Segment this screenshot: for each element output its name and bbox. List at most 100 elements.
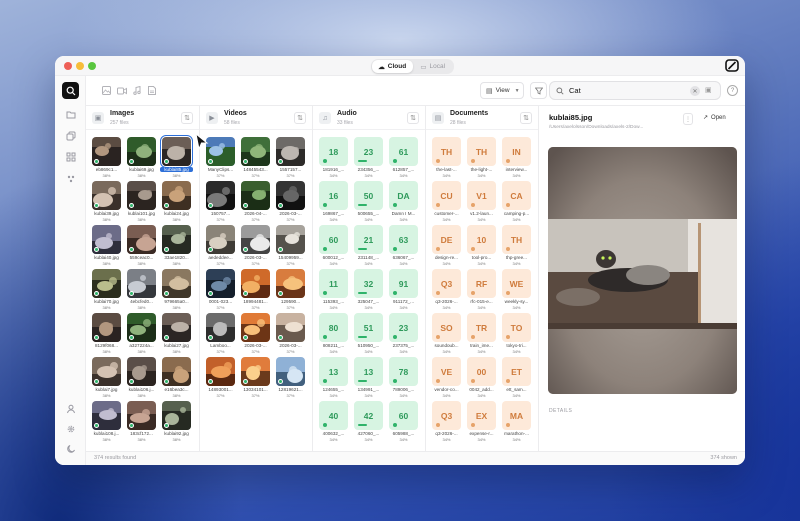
document-tile[interactable]: CA camping-p... 34% — [500, 178, 533, 222]
video-tile[interactable]: 1557157... 37% — [274, 134, 307, 178]
filter-button[interactable] — [530, 82, 547, 99]
audio-tile[interactable]: 21 231148_... 34% — [352, 222, 385, 266]
image-tile[interactable]: kublai7.jpg 38% — [90, 354, 123, 398]
video-tile[interactable]: 2026-03-... 37% — [239, 310, 272, 354]
audio-tile[interactable]: 13 134991_... 34% — [352, 354, 385, 398]
audio-tile[interactable]: 91 911172_... 34% — [387, 266, 420, 310]
video-tile[interactable]: aededdee... 37% — [204, 222, 237, 266]
document-tile[interactable]: DE design-re... 34% — [430, 222, 463, 266]
close-window-button[interactable] — [64, 62, 72, 70]
theme-toggle-button[interactable] — [62, 440, 79, 457]
document-tile[interactable]: Q3 q3-2026-... 34% — [430, 398, 463, 442]
video-tile[interactable]: 13034101... 37% — [239, 354, 272, 398]
document-tile[interactable]: CU customer-... 34% — [430, 178, 463, 222]
view-dropdown[interactable]: ▤ View ▼ — [480, 82, 524, 99]
image-tile[interactable]: eb869c1... 38% — [90, 134, 123, 178]
document-tile[interactable]: WE weekly-sy... 34% — [500, 266, 533, 310]
tab-cloud[interactable]: ☁ Cloud — [372, 60, 413, 73]
audio-tile[interactable]: 50 500655_... 34% — [352, 178, 385, 222]
tab-local[interactable]: ▭ Local — [413, 60, 454, 73]
audio-tile[interactable]: 51 510950_... 34% — [352, 310, 385, 354]
audio-tile[interactable]: 80 808211_... 34% — [317, 310, 350, 354]
audio-tile[interactable]: DA Damn I M... 34% — [387, 178, 420, 222]
document-tile[interactable]: VE vendor-co... 34% — [430, 354, 463, 398]
video-tile[interactable]: 2026-03-... 37% — [239, 222, 272, 266]
image-tile[interactable]: kublai39.jpg 38% — [90, 178, 123, 222]
video-tile[interactable]: 2026-03-... 37% — [274, 178, 307, 222]
document-tile[interactable]: TO tokyo-tri... 34% — [500, 310, 533, 354]
video-tile[interactable]: 2026-04-... 37% — [239, 178, 272, 222]
image-tile[interactable]: kublai101.jpg 38% — [125, 178, 158, 222]
audio-tile[interactable]: 40 400632_... 34% — [317, 398, 350, 442]
image-search-icon[interactable]: ▣ — [705, 86, 715, 96]
document-tile[interactable]: 00 0042_add... 34% — [465, 354, 498, 398]
clear-search-icon[interactable]: ✕ — [690, 86, 700, 96]
document-tile[interactable]: RF rfc-015-e... 34% — [465, 266, 498, 310]
search-field[interactable]: Cat ✕ ▣ — [549, 81, 721, 100]
image-tile[interactable]: 8129f068... 38% — [90, 310, 123, 354]
image-tile[interactable]: 183cf172... 38% — [125, 398, 158, 442]
sort-documents-button[interactable]: ⇅ — [520, 112, 532, 124]
collections-nav-button[interactable] — [62, 127, 79, 144]
image-tile[interactable]: kublai27.jpg 38% — [160, 310, 193, 354]
image-tile[interactable]: 4ebcfed0... 38% — [125, 266, 158, 310]
audio-tile[interactable]: 18 181916_... 34% — [317, 134, 350, 178]
image-tile[interactable]: a327224a... 38% — [125, 310, 158, 354]
document-tile[interactable]: TH the-last-... 34% — [430, 134, 463, 178]
audio-tile[interactable]: 61 612857_... 34% — [387, 134, 420, 178]
help-icon[interactable]: ? — [727, 85, 738, 96]
image-tile[interactable]: kublai69.jpg 38% — [125, 134, 158, 178]
image-tile[interactable]: e16bea3c... 38% — [160, 354, 193, 398]
document-tile[interactable]: TH the-light-... 34% — [465, 134, 498, 178]
filter-documents-button[interactable] — [145, 84, 158, 97]
document-tile[interactable]: V1 v1.2-laun... 34% — [465, 178, 498, 222]
audio-tile[interactable]: 42 427060_... 34% — [352, 398, 385, 442]
sort-images-button[interactable]: ⇅ — [181, 112, 193, 124]
audio-tile[interactable]: 60 600012_... 34% — [317, 222, 350, 266]
search-nav-button[interactable] — [62, 82, 79, 99]
document-tile[interactable]: 10 tool-pro... 34% — [465, 222, 498, 266]
audio-tile[interactable]: 60 605988_... 34% — [387, 398, 420, 442]
maximize-window-button[interactable] — [88, 62, 96, 70]
image-tile[interactable]: kublai24.jpg 38% — [160, 178, 193, 222]
filter-videos-button[interactable] — [115, 84, 128, 97]
audio-tile[interactable]: 32 325047_... 34% — [352, 266, 385, 310]
audio-tile[interactable]: 13 124655_... 34% — [317, 354, 350, 398]
video-tile[interactable]: 15409959... 37% — [274, 222, 307, 266]
image-tile[interactable]: kublai40.jpg 38% — [90, 222, 123, 266]
video-tile[interactable]: 12819621... 37% — [274, 354, 307, 398]
image-tile[interactable]: 979665a0... 38% — [160, 266, 193, 310]
sort-audio-button[interactable]: ⇅ — [407, 112, 419, 124]
image-tile[interactable]: 33ae1820... 38% — [160, 222, 193, 266]
document-tile[interactable]: MA marathon-... 34% — [500, 398, 533, 442]
audio-tile[interactable]: 63 636067_... 34% — [387, 222, 420, 266]
clusters-nav-button[interactable] — [62, 170, 79, 187]
document-tile[interactable]: Q3 q3-2026-... 34% — [430, 266, 463, 310]
audio-tile[interactable]: 16 169867_... 34% — [317, 178, 350, 222]
audio-tile[interactable]: 11 115393_... 34% — [317, 266, 350, 310]
document-tile[interactable]: TR train_ime... 34% — [465, 310, 498, 354]
search-input[interactable]: Cat — [569, 86, 581, 95]
folder-nav-button[interactable] — [62, 106, 79, 123]
open-button[interactable]: ↗ Open — [703, 114, 726, 122]
minimize-window-button[interactable] — [76, 62, 84, 70]
video-tile[interactable]: 14893001... 37% — [204, 354, 237, 398]
video-tile[interactable]: 150757... 37% — [204, 178, 237, 222]
audio-tile[interactable]: 78 789006_... 34% — [387, 354, 420, 398]
document-tile[interactable]: EX expense-r... 34% — [465, 398, 498, 442]
document-tile[interactable]: SO soundoub... 34% — [430, 310, 463, 354]
filter-audio-button[interactable] — [130, 84, 143, 97]
audio-tile[interactable]: 23 237375_... 34% — [387, 310, 420, 354]
image-tile[interactable]: kublai108.j... 38% — [90, 398, 123, 442]
grid-nav-button[interactable] — [62, 148, 79, 165]
image-tile[interactable]: kublai92.jpg 38% — [160, 398, 193, 442]
image-tile[interactable]: kublai106.j... 38% — [125, 354, 158, 398]
image-tile[interactable]: kublai70.jpg 38% — [90, 266, 123, 310]
image-tile[interactable]: kublai85.jpg 38% — [160, 134, 193, 178]
document-tile[interactable]: TH thp-gree... 34% — [500, 222, 533, 266]
filter-images-button[interactable] — [100, 84, 113, 97]
document-tile[interactable]: IN interview... 34% — [500, 134, 533, 178]
image-tile[interactable]: 559ceac0... 38% — [125, 222, 158, 266]
sort-videos-button[interactable]: ⇅ — [294, 112, 306, 124]
video-tile[interactable]: 0001-023... 37% — [204, 266, 237, 310]
